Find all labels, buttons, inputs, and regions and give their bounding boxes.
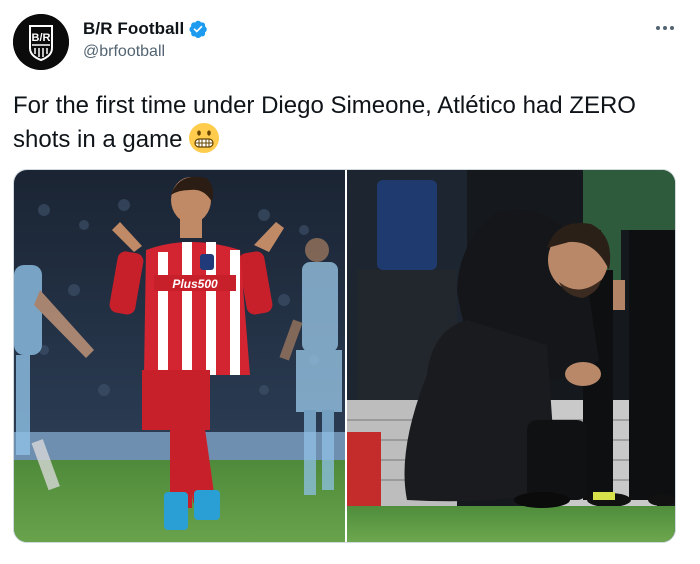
- more-options-icon[interactable]: [653, 20, 677, 36]
- photo-coach-crouching[interactable]: [347, 170, 675, 542]
- svg-text:B/R: B/R: [32, 32, 51, 44]
- tweet-media-grid: Plus500: [13, 169, 676, 543]
- tweet-card: B/R B/R Football @brfootball For the fir…: [0, 0, 700, 564]
- photo-player-frustrated[interactable]: Plus500: [14, 170, 345, 542]
- account-handle[interactable]: @brfootball: [83, 43, 165, 61]
- account-name-row: B/R Football: [83, 19, 208, 39]
- grimacing-face-emoji-icon: [188, 122, 220, 154]
- tweet-text-body: For the first time under Diego Simeone, …: [13, 92, 636, 153]
- display-name[interactable]: B/R Football: [83, 19, 184, 39]
- tweet-text: For the first time under Diego Simeone, …: [13, 90, 673, 156]
- account-avatar[interactable]: B/R: [13, 14, 69, 70]
- br-logo-icon: B/R: [13, 14, 69, 70]
- jersey-sponsor-text: Plus500: [172, 277, 218, 291]
- verified-badge-icon: [188, 19, 208, 39]
